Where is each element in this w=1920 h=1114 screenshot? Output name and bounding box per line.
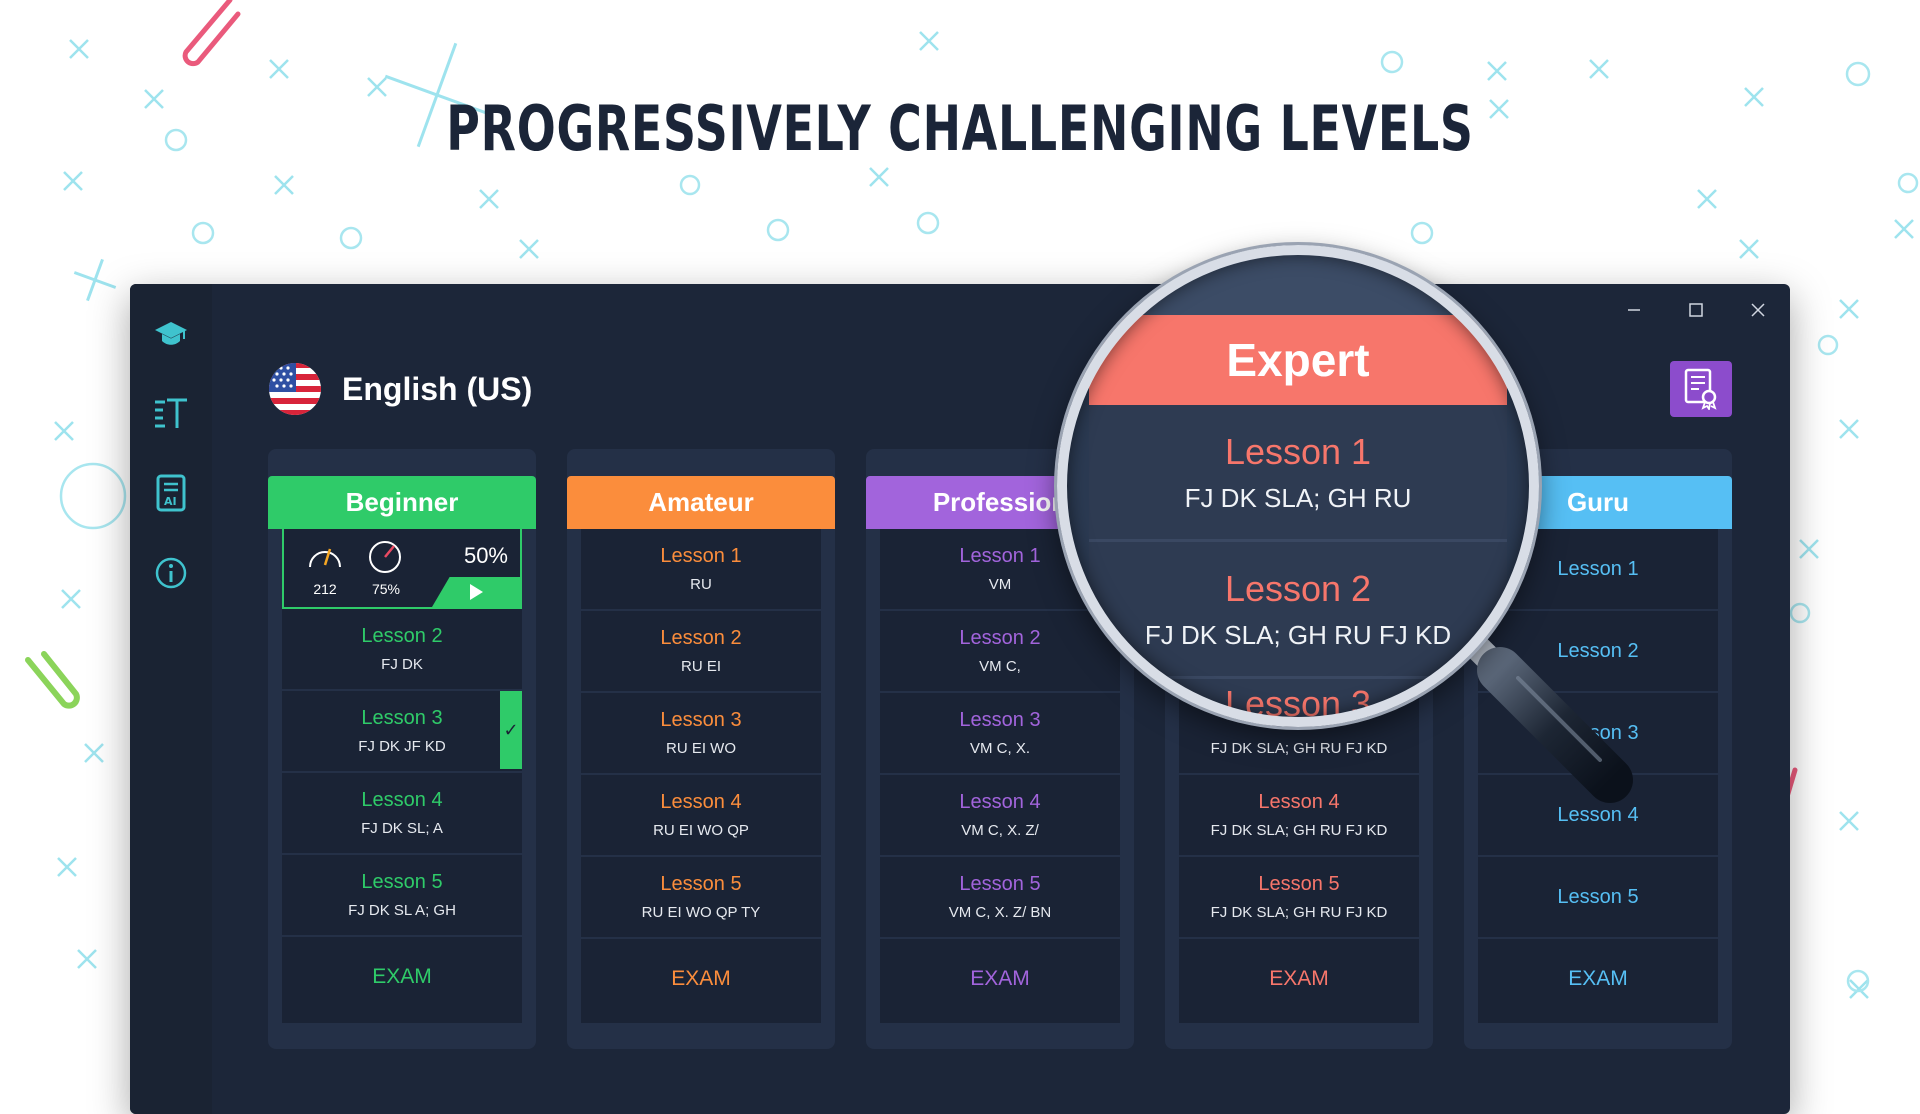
certificate-icon <box>1684 368 1717 410</box>
lesson-keys: VM <box>988 576 1012 593</box>
exam-button[interactable]: EXAM <box>880 941 1120 1017</box>
completed-check-icon: ✓ <box>500 691 522 769</box>
lesson-title: Lesson 3 <box>660 709 742 731</box>
lesson-title: Lesson 2 <box>361 625 443 647</box>
level-header-beginner[interactable]: Beginner <box>268 476 536 529</box>
lesson-title: Lesson 1 <box>660 545 742 567</box>
language-selector[interactable]: English (US) <box>268 362 532 416</box>
lesson-keys: RU <box>690 576 712 593</box>
exam-button[interactable]: EXAM <box>581 941 821 1017</box>
lesson-keys: FJ DK SL A; GH <box>348 902 456 919</box>
lesson-row[interactable]: Lesson 4 VM C, X. Z/ <box>880 775 1120 857</box>
speedometer-icon <box>309 548 341 568</box>
certificate-button[interactable] <box>1670 361 1732 417</box>
lesson-title: Lesson 4 <box>1258 791 1340 813</box>
lesson-title: Lesson 5 <box>959 873 1041 895</box>
lesson-row[interactable]: Lesson 5 RU EI WO QP TY <box>581 857 821 939</box>
lesson-keys: VM C, <box>979 658 1021 675</box>
progress-panel: 212 75% 50% <box>282 529 522 609</box>
lesson-keys: VM C, X. Z/ <box>961 822 1039 839</box>
sidebar: AI <box>130 284 212 1114</box>
lesson-keys: VM C, X. Z/ BN <box>948 904 1052 921</box>
level-column-amateur: Amateur Lesson 1 RU Lesson 2 RU EI Lesso… <box>567 449 835 1049</box>
play-icon <box>470 584 483 600</box>
lesson-row[interactable]: Lesson 5 <box>1478 857 1718 939</box>
lesson-row[interactable]: Lesson 2 RU EI <box>581 611 821 693</box>
exam-button[interactable]: EXAM <box>1179 941 1419 1017</box>
lesson-row[interactable]: Lesson 4 RU EI WO QP <box>581 775 821 857</box>
magnifier-ring <box>1057 245 1539 727</box>
us-flag-icon <box>269 363 321 415</box>
lesson-row[interactable]: Lesson 4 FJ DK SL; A <box>282 773 522 855</box>
minimize-button[interactable] <box>1612 292 1656 328</box>
completion-value: 50% <box>463 543 508 568</box>
lesson-title: Lesson 2 <box>959 627 1041 649</box>
graduation-cap-icon[interactable] <box>150 312 192 354</box>
text-size-icon[interactable] <box>150 392 192 434</box>
exam-button[interactable]: EXAM <box>1478 941 1718 1017</box>
lesson-row[interactable]: Lesson 3 VM C, X. <box>880 693 1120 775</box>
lesson-keys: FJ DK SLA; GH RU FJ KD <box>1210 740 1388 757</box>
lesson-row[interactable]: Lesson 5 FJ DK SLA; GH RU FJ KD <box>1179 857 1419 939</box>
lesson-keys: FJ DK SLA; GH RU FJ KD <box>1210 822 1388 839</box>
lesson-keys: FJ DK SL; A <box>361 820 443 837</box>
lesson-title: Lesson 4 <box>660 791 742 813</box>
lesson-title: Lesson 1 <box>959 545 1041 567</box>
info-icon[interactable] <box>150 552 192 594</box>
accuracy-gauge-icon <box>369 541 401 573</box>
lesson-keys: FJ DK <box>381 656 423 673</box>
page-headline: PROGRESSIVELY CHALLENGING LEVELS <box>446 92 1474 165</box>
lesson-row[interactable]: Lesson 1 RU <box>581 529 821 611</box>
close-button[interactable] <box>1736 292 1780 328</box>
lesson-keys: FJ DK SLA; GH RU FJ KD <box>1210 904 1388 921</box>
lesson-keys: RU EI WO QP <box>653 822 749 839</box>
lesson-title: Lesson 5 <box>1258 873 1340 895</box>
lesson-row[interactable]: Lesson 2 VM C, <box>880 611 1120 693</box>
lesson-title: Lesson 2 <box>660 627 742 649</box>
language-name: English (US) <box>342 370 533 407</box>
maximize-button[interactable] <box>1674 292 1718 328</box>
ai-document-icon[interactable]: AI <box>150 472 192 514</box>
lesson-row[interactable]: Lesson 4 FJ DK SLA; GH RU FJ KD <box>1179 775 1419 857</box>
lesson-keys: VM C, X. <box>969 740 1030 757</box>
exam-button[interactable]: EXAM <box>282 939 522 1015</box>
lesson-title: Lesson 1 <box>1557 557 1639 580</box>
lesson-row[interactable]: Lesson 3 RU EI WO <box>581 693 821 775</box>
lesson-title: Lesson 5 <box>660 873 742 895</box>
lesson-keys: RU EI <box>680 658 721 675</box>
accuracy-value: 75% <box>371 581 401 597</box>
lesson-keys: RU EI WO QP TY <box>641 904 761 921</box>
lesson-title: Lesson 4 <box>361 789 443 811</box>
lesson-row[interactable]: Lesson 3 FJ DK JF KD ✓ <box>282 691 522 773</box>
lesson-title: Lesson 3 <box>361 707 443 729</box>
svg-text:AI: AI <box>164 495 177 508</box>
lesson-title: Lesson 5 <box>1557 885 1639 908</box>
lesson-keys: RU EI WO <box>666 740 736 757</box>
level-column-beginner: Beginner 212 75% 50% Lesson 2 FJ DK Less… <box>268 449 536 1049</box>
lesson-row[interactable]: Lesson 2 FJ DK <box>282 609 522 691</box>
lesson-title: Lesson 4 <box>959 791 1041 813</box>
play-button[interactable] <box>432 577 520 607</box>
lesson-row[interactable]: Lesson 5 FJ DK SL A; GH <box>282 855 522 937</box>
lesson-keys: FJ DK JF KD <box>358 738 446 755</box>
speed-value: 212 <box>313 581 337 597</box>
lesson-row[interactable]: Lesson 5 VM C, X. Z/ BN <box>880 857 1120 939</box>
level-header-amateur[interactable]: Amateur <box>567 476 835 529</box>
lesson-title: Lesson 5 <box>361 871 443 893</box>
lesson-title: Lesson 3 <box>959 709 1041 731</box>
